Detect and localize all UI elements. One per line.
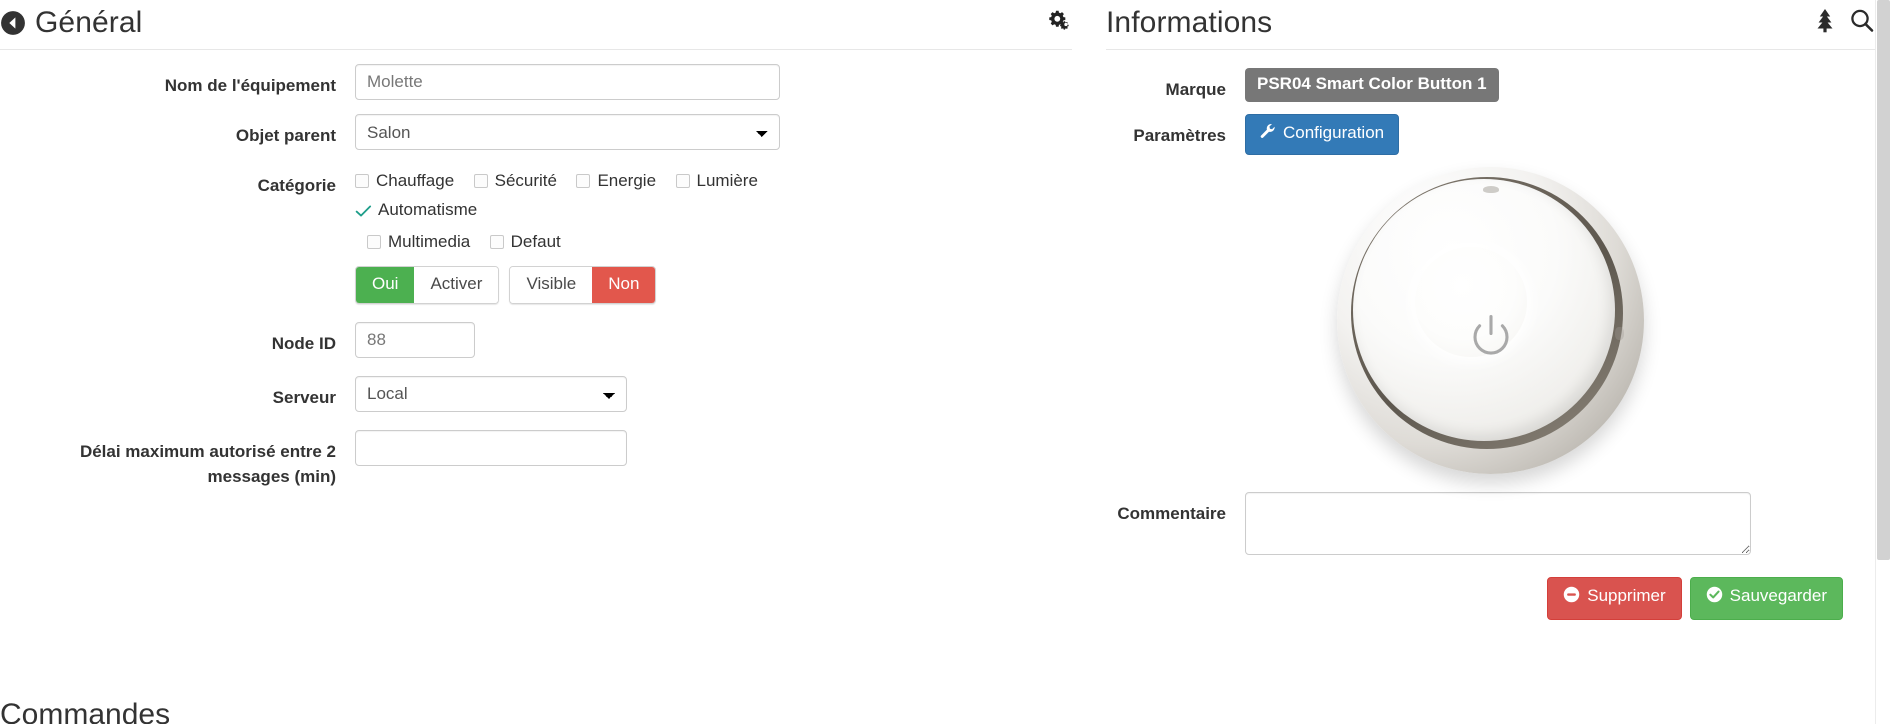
field-row-delay: Délai maximum autorisé entre 2 messages … bbox=[0, 429, 1072, 489]
checkmark-icon[interactable] bbox=[355, 202, 372, 219]
label-name: Nom de l'équipement bbox=[164, 76, 336, 95]
category-energie[interactable]: Energie bbox=[576, 168, 656, 194]
informations-panel-header: Informations bbox=[1106, 0, 1875, 50]
commandes-heading: Commandes bbox=[0, 698, 171, 724]
visible-toggle-group: Visible Non bbox=[509, 265, 657, 304]
label-node-id: Node ID bbox=[271, 333, 336, 353]
comment-textarea[interactable] bbox=[1245, 491, 1751, 555]
label-parent: Objet parent bbox=[235, 126, 336, 145]
page-scrollbar-thumb[interactable] bbox=[1877, 0, 1890, 560]
checkbox-unchecked-icon[interactable] bbox=[675, 174, 690, 188]
server-select[interactable]: Local bbox=[355, 375, 627, 412]
category-automatisme[interactable]: Automatisme bbox=[355, 197, 477, 223]
smart-color-button-device-image bbox=[1337, 166, 1644, 474]
save-button-label: Sauvegarder bbox=[1729, 586, 1827, 606]
visible-button[interactable]: Visible bbox=[510, 266, 593, 303]
field-row-brand: Marque PSR04 Smart Color Button 1 bbox=[1106, 68, 1875, 102]
page-title-text: Général bbox=[35, 5, 143, 39]
page-scrollbar[interactable] bbox=[1875, 0, 1892, 724]
checkbox-unchecked-icon[interactable] bbox=[489, 234, 504, 249]
configuration-button-label: Configuration bbox=[1283, 123, 1385, 143]
control-server: Local bbox=[355, 375, 1072, 412]
device-side-nub bbox=[1615, 326, 1624, 340]
field-row-params: Paramètres Configuration bbox=[1106, 114, 1875, 155]
power-symbol-icon bbox=[1471, 314, 1511, 363]
label-comment: Commentaire bbox=[1117, 503, 1226, 523]
minus-circle-icon bbox=[1563, 586, 1580, 608]
wrench-icon bbox=[1260, 123, 1276, 144]
control-brand: PSR04 Smart Color Button 1 bbox=[1245, 68, 1875, 102]
field-row-category: Catégorie Chauffage Sécurité Energie Lum… bbox=[0, 164, 1072, 304]
category-label: Multimedia bbox=[388, 231, 471, 251]
configuration-button[interactable]: Configuration bbox=[1245, 114, 1400, 155]
category-row-1: Chauffage Sécurité Energie Lumière Autom… bbox=[355, 168, 867, 229]
device-image-container bbox=[1106, 166, 1875, 474]
field-row-parent: Objet parent Salon bbox=[0, 114, 1072, 150]
enable-activate-button[interactable]: Activer bbox=[414, 266, 499, 303]
delete-button-label: Supprimer bbox=[1587, 586, 1666, 606]
node-id-input[interactable] bbox=[355, 321, 475, 358]
enable-toggle-group: Oui Activer bbox=[355, 265, 500, 304]
general-panel-header: Général bbox=[0, 0, 1072, 50]
checkbox-unchecked-icon[interactable] bbox=[355, 174, 369, 188]
control-params: Configuration bbox=[1245, 114, 1875, 155]
general-panel: Général Nom de l'équipement Molette Obje… bbox=[0, 0, 1072, 724]
informations-title-text: Informations bbox=[1106, 5, 1273, 39]
label-category: Catégorie bbox=[257, 176, 336, 195]
action-buttons: Supprimer Sauvegarder bbox=[1106, 576, 1875, 620]
tree-icon[interactable] bbox=[1813, 7, 1837, 38]
category-defaut[interactable]: Defaut bbox=[489, 229, 561, 255]
save-button[interactable]: Sauvegarder bbox=[1689, 576, 1843, 620]
category-multimedia[interactable]: Multimedia bbox=[367, 229, 470, 255]
control-comment bbox=[1245, 491, 1875, 555]
back-arrow-circle-icon[interactable] bbox=[0, 10, 26, 36]
category-label: Lumière bbox=[696, 171, 758, 190]
general-header-icons bbox=[1046, 7, 1072, 42]
control-delay bbox=[355, 429, 1072, 466]
category-label: Sécurité bbox=[494, 171, 557, 190]
brand-badge: PSR04 Smart Color Button 1 bbox=[1245, 68, 1499, 102]
control-category: Chauffage Sécurité Energie Lumière Autom… bbox=[355, 164, 1072, 304]
category-securite[interactable]: Sécurité bbox=[473, 168, 557, 194]
control-parent: Salon bbox=[355, 114, 1072, 150]
check-circle-icon bbox=[1706, 586, 1723, 608]
informations-title: Informations bbox=[1106, 5, 1273, 42]
label-params: Paramètres bbox=[1133, 126, 1226, 146]
visible-no-button[interactable]: Non bbox=[592, 266, 656, 303]
label-delay: Délai maximum autorisé entre 2 messages … bbox=[79, 441, 336, 487]
max-delay-input[interactable] bbox=[355, 429, 627, 466]
checkbox-unchecked-icon[interactable] bbox=[473, 174, 488, 188]
field-row-comment: Commentaire bbox=[1106, 491, 1875, 555]
category-row-2: Multimedia Defaut bbox=[355, 229, 867, 258]
search-icon[interactable] bbox=[1849, 7, 1875, 38]
device-top-nub bbox=[1482, 185, 1499, 193]
gears-icon[interactable] bbox=[1046, 7, 1072, 38]
page-root: Général Nom de l'équipement Molette Obje… bbox=[0, 0, 1892, 724]
category-chauffage[interactable]: Chauffage bbox=[355, 168, 454, 194]
field-row-server: Serveur Local bbox=[0, 375, 1072, 412]
category-lumiere[interactable]: Lumière bbox=[675, 168, 758, 194]
informations-panel: Informations Marque PSR04 Smart Color Bu… bbox=[1106, 0, 1875, 724]
control-node-id bbox=[355, 321, 1072, 358]
page-title: Général bbox=[0, 5, 143, 42]
label-server: Serveur bbox=[272, 387, 336, 407]
checkbox-unchecked-icon[interactable] bbox=[367, 234, 381, 249]
label-brand: Marque bbox=[1165, 80, 1226, 99]
category-label: Defaut bbox=[510, 231, 561, 251]
category-label: Chauffage bbox=[376, 171, 455, 190]
field-row-node-id: Node ID bbox=[0, 321, 1072, 358]
category-label: Energie bbox=[597, 171, 657, 190]
enable-yes-button[interactable]: Oui bbox=[356, 266, 415, 303]
category-checkbox-group: Chauffage Sécurité Energie Lumière Autom… bbox=[355, 164, 867, 258]
control-name bbox=[355, 64, 1072, 100]
delete-button[interactable]: Supprimer bbox=[1547, 576, 1682, 620]
checkbox-unchecked-icon[interactable] bbox=[576, 174, 591, 188]
toggle-button-groups: Oui Activer Visible Non bbox=[355, 265, 1072, 304]
field-row-name: Nom de l'équipement bbox=[0, 64, 1072, 100]
category-label: Automatisme bbox=[378, 200, 478, 219]
equipment-name-input[interactable] bbox=[355, 64, 780, 100]
informations-header-icons bbox=[1813, 7, 1875, 42]
parent-object-select[interactable]: Salon bbox=[355, 114, 780, 150]
